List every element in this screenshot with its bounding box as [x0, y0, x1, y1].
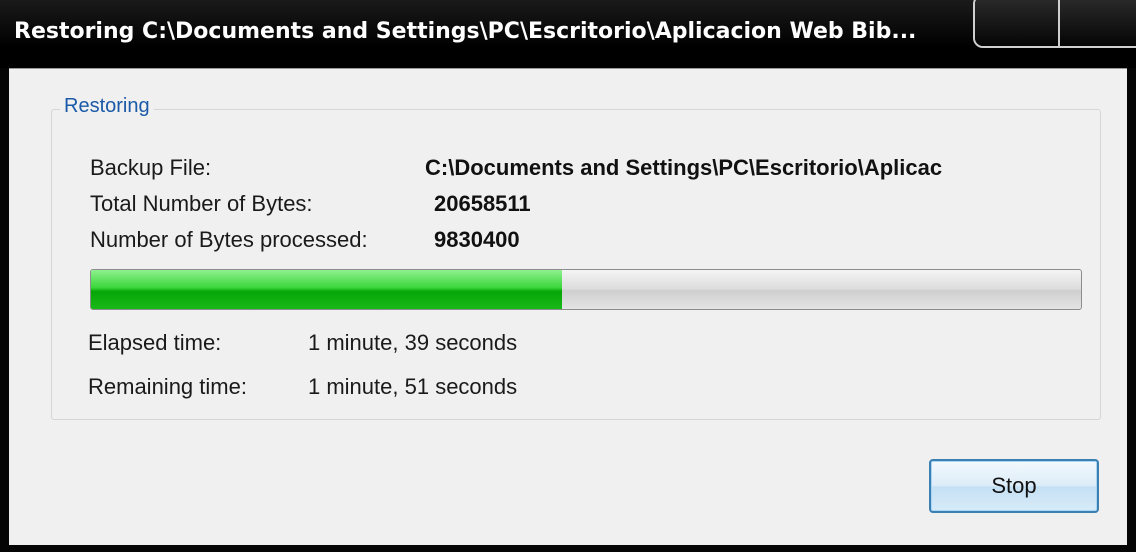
backup-file-value: C:\Documents and Settings\PC\Escritorio\… — [425, 155, 943, 180]
stop-button[interactable]: Stop — [929, 459, 1099, 513]
total-bytes-label: Total Number of Bytes: — [90, 191, 313, 216]
restore-progress-bar — [90, 269, 1082, 310]
remaining-time-label: Remaining time: — [88, 374, 247, 399]
elapsed-time-value: 1 minute, 39 seconds — [308, 330, 518, 355]
groupbox-legend: Restoring — [60, 95, 154, 118]
minimize-button[interactable] — [975, 0, 1060, 46]
title-bar-buttons — [973, 0, 1136, 48]
restore-dialog-window: Restoring C:\Documents and Settings\PC\E… — [0, 0, 1136, 552]
processed-bytes-value: 9830400 — [434, 227, 520, 252]
remaining-time-value: 1 minute, 51 seconds — [308, 374, 518, 399]
progress-bar-fill — [91, 270, 563, 309]
total-bytes-value: 20658511 — [434, 191, 531, 216]
backup-file-label: Backup File: — [90, 155, 212, 180]
title-bar[interactable]: Restoring C:\Documents and Settings\PC\E… — [0, 0, 1136, 68]
window-title: Restoring C:\Documents and Settings\PC\E… — [14, 19, 917, 44]
dialog-client-area: Restoring Backup File: C:\Documents and … — [9, 68, 1127, 545]
elapsed-time-label: Elapsed time: — [88, 330, 222, 355]
close-button[interactable] — [1060, 0, 1136, 46]
processed-bytes-label: Number of Bytes processed: — [90, 227, 368, 252]
restoring-groupbox: Restoring Backup File: C:\Documents and … — [51, 95, 1101, 420]
